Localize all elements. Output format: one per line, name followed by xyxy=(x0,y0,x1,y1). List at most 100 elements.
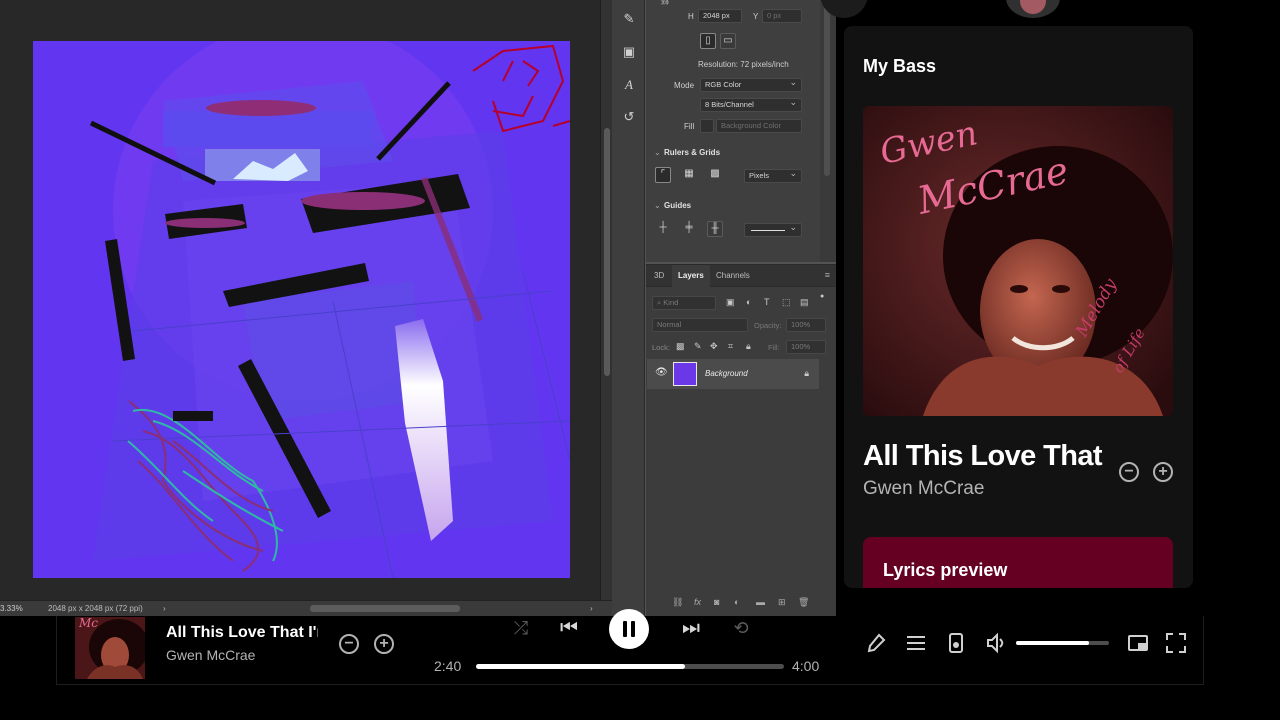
guide-color-select[interactable] xyxy=(744,221,802,237)
lock-image-icon[interactable]: ✎ xyxy=(694,341,702,352)
filter-smart-object-icon[interactable]: ▤ xyxy=(800,297,809,308)
filter-type-icon[interactable]: T xyxy=(764,297,770,307)
layer-thumbnail xyxy=(673,362,697,386)
connect-device-icon[interactable] xyxy=(945,632,967,654)
player-remove-icon[interactable]: − xyxy=(339,634,359,654)
filter-shape-icon[interactable]: ⬚ xyxy=(782,297,791,308)
lock-label: Lock: xyxy=(652,343,670,352)
link-icon[interactable]: ⛓ xyxy=(660,0,670,5)
history-icon[interactable]: ↺ xyxy=(620,108,638,126)
panel-menu-icon[interactable]: ≡ xyxy=(825,270,830,280)
guides-section[interactable]: ⌄ Guides xyxy=(654,201,691,210)
new-group-icon[interactable]: ▬ xyxy=(756,597,765,607)
landscape-orientation-icon[interactable]: ▭ xyxy=(720,33,736,49)
document-info: 2048 px x 2048 px (72 ppi) xyxy=(48,604,143,613)
artwork-canvas[interactable] xyxy=(33,41,570,578)
tab-layers[interactable]: Layers xyxy=(672,265,710,287)
playlist-heading[interactable]: My Bass xyxy=(863,56,936,77)
resolution-text: Resolution: 72 pixels/inch xyxy=(698,60,789,69)
adjustment-layer-icon[interactable]: ◐ xyxy=(734,597,739,607)
tab-channels[interactable]: Channels xyxy=(710,265,756,287)
properties-scrollbar[interactable] xyxy=(820,0,836,262)
panel-icon-strip: ✎ ▣ A ↺ xyxy=(612,0,645,616)
opacity-field[interactable]: 100% xyxy=(786,318,826,332)
canvas-horizontal-scrollbar[interactable] xyxy=(178,605,590,612)
opacity-label: Opacity: xyxy=(754,321,782,330)
player-track-title[interactable]: All This Love That I'm Giving xyxy=(166,624,318,642)
layers-panel: 3D Layers Channels ≡ ⌕ Kind ▣ ◐ T ⬚ ▤ ● … xyxy=(646,264,836,616)
clone-source-icon[interactable]: ▣ xyxy=(620,43,638,61)
bit-depth-select[interactable]: 8 Bits/Channel xyxy=(700,96,802,112)
miniplayer-icon[interactable] xyxy=(1127,632,1149,654)
volume-slider[interactable] xyxy=(1016,641,1109,645)
album-art: Gwen McCrae Melody of Life xyxy=(863,106,1173,416)
player-add-icon[interactable]: + xyxy=(374,634,394,654)
y-label: Y xyxy=(753,12,759,21)
track-title[interactable]: All This Love That xyxy=(863,440,1103,473)
volume-fill xyxy=(1016,641,1090,645)
filter-adjustment-icon[interactable]: ◐ xyxy=(746,297,751,307)
queue-icon[interactable] xyxy=(905,632,927,654)
guide-layout-icon[interactable]: ╪ xyxy=(681,221,697,237)
height-label: H xyxy=(688,12,694,21)
link-layers-icon[interactable]: ⛓ xyxy=(672,597,683,608)
layer-style-icon[interactable]: fx xyxy=(694,597,701,607)
lock-all-icon[interactable]: 🔒︎ xyxy=(746,341,751,352)
layer-row-background[interactable]: 👁︎ Background 🔒︎ xyxy=(647,359,819,389)
units-select[interactable]: Pixels xyxy=(744,167,802,183)
y-field[interactable]: 0 px xyxy=(762,9,802,23)
lock-transparent-icon[interactable]: ▩ xyxy=(676,341,685,352)
scroll-right-icon[interactable]: › xyxy=(590,601,593,616)
fullscreen-icon[interactable] xyxy=(1165,632,1187,654)
album-cover[interactable]: Gwen McCrae Melody of Life xyxy=(863,106,1173,416)
microphone-icon[interactable] xyxy=(865,632,887,654)
shuffle-icon[interactable]: ⤮ xyxy=(509,616,533,640)
fill-label: Fill: xyxy=(768,343,780,352)
character-icon[interactable]: A xyxy=(620,76,638,94)
fill-label: Fill xyxy=(684,122,695,131)
next-icon[interactable]: ⏭︎ xyxy=(679,616,703,640)
brush-settings-icon[interactable]: ✎ xyxy=(620,10,638,28)
pause-icon[interactable] xyxy=(609,609,649,649)
new-layer-icon[interactable]: ⊞ xyxy=(778,597,786,608)
canvas-vertical-scrollbar[interactable] xyxy=(600,0,612,600)
zoom-level[interactable]: 3.33% xyxy=(0,601,23,616)
guide-icon[interactable]: ┼ xyxy=(655,221,671,237)
add-mask-icon[interactable]: ◙ xyxy=(714,597,719,607)
filter-toggle-icon[interactable]: ● xyxy=(820,293,824,300)
artist-name[interactable]: Gwen McCrae xyxy=(863,478,984,500)
add-icon[interactable]: + xyxy=(1153,462,1173,482)
layer-filter-kind[interactable]: ⌕ Kind xyxy=(652,296,716,310)
status-menu-icon[interactable]: › xyxy=(163,601,166,616)
document-canvas-area[interactable] xyxy=(0,0,600,600)
ruler-icon[interactable]: ⌜ xyxy=(655,167,671,183)
player-artist[interactable]: Gwen McCrae xyxy=(166,647,255,663)
remove-icon[interactable]: − xyxy=(1119,462,1139,482)
lyrics-preview-card[interactable]: Lyrics preview xyxy=(863,537,1173,588)
progress-bar[interactable] xyxy=(476,664,784,669)
fill-select[interactable]: Background Color xyxy=(716,119,802,133)
grid-icon[interactable]: ▦ xyxy=(681,167,697,183)
player-album-art: Mc xyxy=(75,617,145,679)
layer-name[interactable]: Background xyxy=(705,369,748,378)
fill-field[interactable]: 100% xyxy=(786,340,826,354)
portrait-orientation-icon[interactable]: ▯ xyxy=(700,33,716,49)
previous-icon[interactable]: ⏮︎ xyxy=(557,616,581,640)
player-album-cover[interactable]: Mc xyxy=(75,617,145,679)
delete-layer-icon[interactable]: 🗑︎ xyxy=(798,597,809,608)
tab-3d[interactable]: 3D xyxy=(648,265,670,287)
height-field[interactable]: 2048 px xyxy=(698,9,742,23)
volume-icon[interactable] xyxy=(985,632,1007,654)
avatar[interactable] xyxy=(1006,0,1060,18)
lock-position-icon[interactable]: ✥ xyxy=(710,341,718,352)
filter-pixel-icon[interactable]: ▣ xyxy=(726,297,735,308)
repeat-icon[interactable]: ⟲ xyxy=(729,616,753,640)
lock-artboard-icon[interactable]: ⌗ xyxy=(728,341,733,352)
rulers-grids-section[interactable]: ⌄ Rulers & Grids xyxy=(654,148,720,157)
visibility-eye-icon[interactable]: 👁︎ xyxy=(655,367,668,378)
blend-mode-select[interactable]: Normal xyxy=(652,318,748,332)
fill-swatch[interactable] xyxy=(700,119,714,133)
color-mode-select[interactable]: RGB Color xyxy=(700,76,802,92)
guide-from-shape-icon[interactable]: ╫ xyxy=(707,221,723,237)
pixel-grid-icon[interactable]: ▩ xyxy=(707,167,723,183)
